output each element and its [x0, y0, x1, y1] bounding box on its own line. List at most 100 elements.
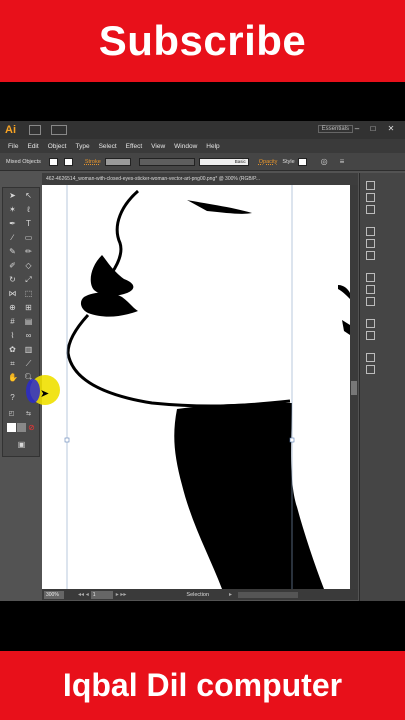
- menu-type[interactable]: Type: [75, 143, 89, 150]
- stroke-label[interactable]: Stroke: [85, 159, 101, 165]
- magic-wand-tool-icon[interactable]: ✶: [8, 205, 17, 214]
- variable-width-profile[interactable]: [138, 157, 195, 166]
- minimize-button[interactable]: –: [350, 123, 364, 135]
- style-label: Style: [282, 158, 295, 165]
- channel-name-banner: Iqbal Dil computer: [0, 651, 405, 720]
- bridge-icon[interactable]: [29, 125, 41, 135]
- pencil-tool-icon[interactable]: ✏: [24, 247, 33, 256]
- lasso-tool-icon[interactable]: ℓ: [24, 205, 33, 214]
- layers-panel-icon[interactable]: [366, 353, 375, 362]
- appearance-panel-icon[interactable]: [366, 319, 375, 328]
- width-tool-icon[interactable]: ⋈: [8, 289, 17, 298]
- menu-file[interactable]: File: [8, 143, 18, 150]
- graphic-styles-panel-icon[interactable]: [366, 251, 375, 260]
- artboards-panel-icon[interactable]: [366, 365, 375, 374]
- slice-tool-icon[interactable]: ⟋: [24, 359, 33, 368]
- control-panel: Mixed Objects Stroke Basic Opacity Style…: [0, 153, 405, 171]
- line-tool-icon[interactable]: ∕: [8, 233, 17, 242]
- panel-dock: [359, 173, 405, 601]
- artboard-tool-icon[interactable]: ⌗: [8, 359, 17, 368]
- rectangle-tool-icon[interactable]: ▭: [24, 233, 33, 242]
- graphic-style-swatch[interactable]: [297, 157, 307, 166]
- status-menu-icon[interactable]: ▸: [229, 591, 232, 598]
- fill-swatch[interactable]: [48, 157, 58, 166]
- rotate-tool-icon[interactable]: ↻: [8, 275, 17, 284]
- panel-menu-icon[interactable]: ≡: [340, 157, 345, 166]
- type-tool-icon[interactable]: T: [24, 219, 33, 228]
- eyedropper-tool-icon[interactable]: ⌇: [8, 331, 17, 340]
- stroke-weight-field[interactable]: [104, 157, 131, 166]
- hand-tool-icon[interactable]: ✋: [8, 373, 18, 382]
- shape-builder-tool-icon[interactable]: ⊕: [8, 303, 17, 312]
- menu-view[interactable]: View: [151, 143, 165, 150]
- bounding-box-handle-left: [64, 437, 70, 443]
- vertical-scrollbar[interactable]: [350, 185, 358, 589]
- brushes-panel-icon[interactable]: [366, 227, 375, 236]
- arrange-documents-icon[interactable]: [51, 125, 67, 135]
- paintbrush-tool-icon[interactable]: ✎: [8, 247, 17, 256]
- menu-object[interactable]: Object: [48, 143, 67, 150]
- gradient-panel-icon[interactable]: [366, 285, 375, 294]
- document-tab[interactable]: 462-4626514_woman-with-closed-eyes-stick…: [42, 173, 358, 185]
- eraser-tool-icon[interactable]: ◇: [24, 261, 33, 270]
- transparency-panel-icon[interactable]: [366, 297, 375, 306]
- stroke-panel-icon[interactable]: [366, 273, 375, 282]
- symbol-sprayer-tool-icon[interactable]: ✿: [8, 345, 17, 354]
- blob-brush-tool-icon[interactable]: ✐: [8, 261, 17, 270]
- menu-bar: File Edit Object Type Select Effect View…: [0, 139, 405, 153]
- illustrator-window: Ai Essentials – □ ✕ File Edit Object Typ…: [0, 121, 405, 601]
- color-guide-panel-icon[interactable]: [366, 193, 375, 202]
- gradient-tool-icon[interactable]: ▤: [24, 317, 33, 326]
- woman-face-artwork: [42, 185, 350, 589]
- mouse-pointer-icon: ➤: [40, 388, 50, 400]
- none-mode-icon[interactable]: ⊘: [27, 423, 36, 432]
- artboard-next-icon[interactable]: ▸ ▸▸: [116, 591, 127, 598]
- app-logo: Ai: [5, 124, 16, 136]
- recolor-artwork-icon[interactable]: ◎: [321, 157, 328, 166]
- scale-tool-icon[interactable]: ⤢: [24, 275, 33, 284]
- symbols-panel-icon[interactable]: [366, 239, 375, 248]
- brush-definition[interactable]: Basic: [198, 157, 249, 166]
- color-panel-icon[interactable]: [366, 181, 375, 190]
- fill-stroke-default-icon[interactable]: ◰: [7, 410, 16, 419]
- brush-label: Basic: [234, 159, 246, 164]
- zoom-level-field[interactable]: 300%: [44, 590, 64, 599]
- align-panel-icon[interactable]: [366, 331, 375, 340]
- perspective-grid-tool-icon[interactable]: ⊞: [24, 303, 33, 312]
- opacity-label[interactable]: Opacity: [259, 159, 278, 165]
- color-mode-icon[interactable]: [7, 423, 16, 432]
- mesh-tool-icon[interactable]: #: [8, 317, 17, 326]
- workspace-switcher[interactable]: Essentials: [317, 125, 353, 133]
- cursor-highlight-blue: [26, 379, 40, 403]
- column-graph-tool-icon[interactable]: ▥: [24, 345, 33, 354]
- close-button[interactable]: ✕: [384, 123, 398, 135]
- selection-type-label: Mixed Objects: [6, 158, 41, 165]
- free-transform-tool-icon[interactable]: ⬚: [24, 289, 33, 298]
- bounding-box-handle-right: [289, 437, 295, 443]
- menu-effect[interactable]: Effect: [126, 143, 143, 150]
- artboard-number-field[interactable]: 1: [90, 590, 113, 599]
- menu-select[interactable]: Select: [99, 143, 117, 150]
- stroke-swatch[interactable]: [63, 157, 73, 166]
- artboard-nav-icon[interactable]: ◂◂ ◂: [78, 591, 89, 598]
- blend-tool-icon[interactable]: ∞: [24, 331, 33, 340]
- selection-tool-icon[interactable]: ➤: [8, 191, 17, 200]
- help-icon[interactable]: ?: [8, 393, 17, 402]
- menu-help[interactable]: Help: [206, 143, 219, 150]
- menu-window[interactable]: Window: [174, 143, 197, 150]
- title-bar: Ai Essentials – □ ✕: [0, 121, 405, 139]
- swatches-panel-icon[interactable]: [366, 205, 375, 214]
- gradient-mode-icon[interactable]: [17, 423, 26, 432]
- scrollbar-thumb[interactable]: [351, 381, 357, 395]
- swap-fill-stroke-icon[interactable]: ⇆: [24, 410, 33, 419]
- menu-edit[interactable]: Edit: [27, 143, 38, 150]
- artboard-canvas[interactable]: [42, 185, 350, 589]
- screen-mode-icon[interactable]: ▣: [17, 440, 26, 449]
- maximize-button[interactable]: □: [366, 123, 380, 135]
- subscribe-banner: Subscribe: [0, 0, 405, 82]
- status-bar: 300% ◂◂ ◂ 1 ▸ ▸▸ Selection ▸: [42, 589, 358, 600]
- direct-selection-tool-icon[interactable]: ↖: [24, 191, 33, 200]
- tools-panel: ➤ ↖ ✶ ℓ ✒ T ∕ ▭ ✎ ✏ ✐ ◇ ↻ ⤢ ⋈ ⬚ ⊕ ⊞ # ▤ …: [2, 187, 40, 457]
- pen-tool-icon[interactable]: ✒: [8, 219, 17, 228]
- horizontal-scrollbar[interactable]: [238, 591, 299, 598]
